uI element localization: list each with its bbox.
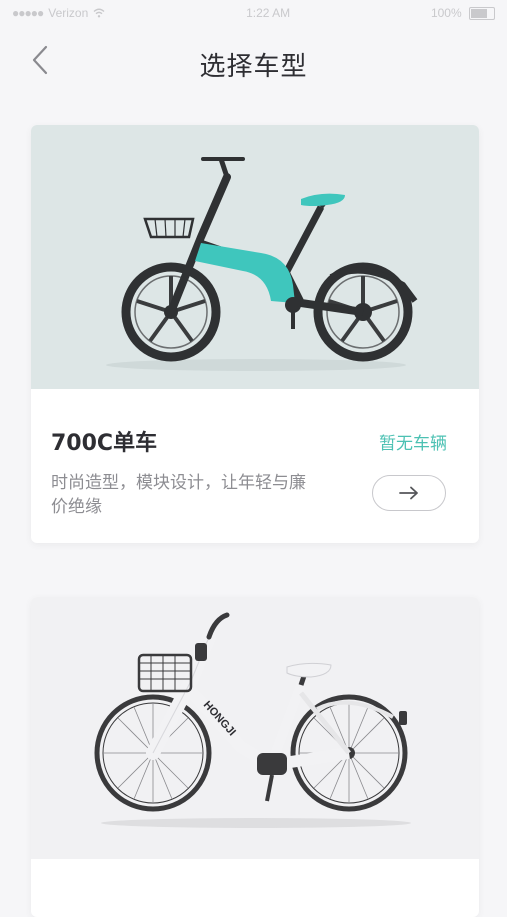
bike-illustration xyxy=(106,157,418,371)
status-bar: ●●●●● Verizon 1:22 AM 100% xyxy=(0,0,507,26)
bike-illustration: HONGJI xyxy=(94,612,411,828)
battery-icon xyxy=(468,7,495,21)
arrow-right-icon xyxy=(399,486,418,500)
status-time: 1:22 AM xyxy=(246,6,291,20)
battery-percent: 100% xyxy=(430,5,462,20)
signal-icon: ●●●●● xyxy=(12,6,44,20)
bike-photo xyxy=(31,125,479,389)
wifi-icon xyxy=(93,8,105,18)
bike-card-2[interactable]: HONGJI xyxy=(31,597,479,917)
availability-status: 暂无车辆 xyxy=(379,434,447,454)
status-left: ●●●●● Verizon xyxy=(12,6,105,20)
bike-card-700c[interactable]: 700C单车 暂无车辆 时尚造型，模块设计，让年轻与廉价绝缘 xyxy=(31,125,479,543)
status-right: 100% xyxy=(430,5,495,21)
select-model-button[interactable] xyxy=(372,475,446,511)
model-name: 700C单车 xyxy=(51,431,158,456)
page-title: 选择车型 xyxy=(199,52,308,82)
navigation-bar: 选择车型 xyxy=(0,30,507,94)
model-description: 时尚造型，模块设计，让年轻与廉价绝缘 xyxy=(51,473,306,517)
bike-photo: HONGJI xyxy=(31,597,479,859)
carrier-text: Verizon xyxy=(48,6,89,20)
